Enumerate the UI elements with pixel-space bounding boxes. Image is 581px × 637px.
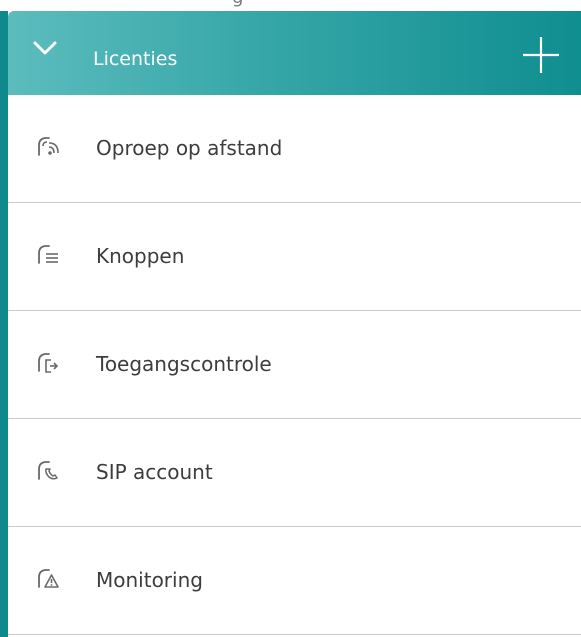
licenses-header[interactable]: Licenties xyxy=(8,11,581,95)
license-item-label: Monitoring xyxy=(96,568,203,592)
access-control-icon xyxy=(36,351,62,375)
license-item-label: Toegangscontrole xyxy=(96,352,272,376)
license-item-remote-call[interactable]: Oproep op afstand xyxy=(8,95,581,203)
license-item-label: SIP account xyxy=(96,460,213,484)
license-item-access-control[interactable]: Toegangscontrole xyxy=(8,311,581,419)
license-item-sip-account[interactable]: SIP account xyxy=(8,419,581,527)
sip-phone-icon xyxy=(36,459,62,483)
chevron-down-icon[interactable] xyxy=(32,39,58,57)
licenses-title: Licenties xyxy=(93,48,178,70)
license-item-label: Knoppen xyxy=(96,244,185,268)
license-item-buttons[interactable]: Knoppen xyxy=(8,203,581,311)
license-item-monitoring[interactable]: Monitoring xyxy=(8,527,581,635)
monitoring-warning-icon xyxy=(36,567,62,591)
plus-icon[interactable] xyxy=(521,35,561,75)
license-item-label: Oproep op afstand xyxy=(96,136,283,160)
license-panel-page: g Licenties Oproep op afsta xyxy=(0,0,581,637)
remote-call-icon xyxy=(36,135,62,159)
buttons-icon xyxy=(36,243,62,267)
top-strip-text: g xyxy=(232,0,243,8)
